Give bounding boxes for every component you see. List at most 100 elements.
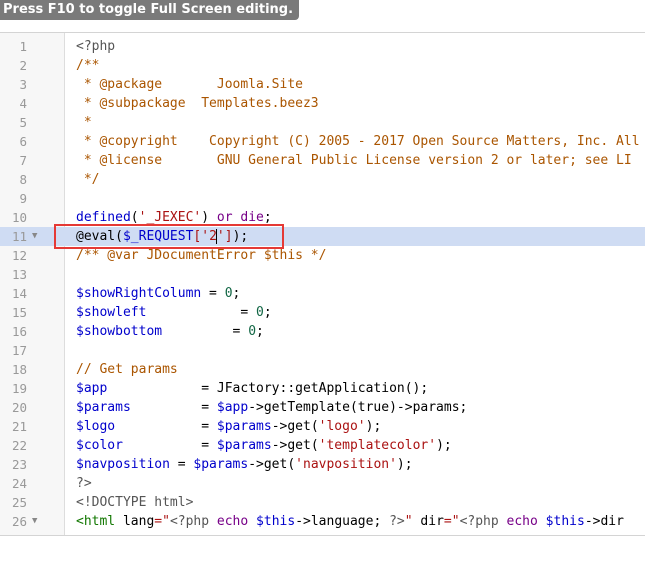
- line-number: 22: [11, 438, 27, 453]
- code-line[interactable]: 5 *: [0, 113, 645, 132]
- line-number: 19: [11, 381, 27, 396]
- code-text[interactable]: * @license GNU General Public License ve…: [76, 151, 632, 170]
- line-number: 15: [11, 305, 27, 320]
- code-text[interactable]: /**: [76, 56, 99, 75]
- code-text[interactable]: $showbottom = 0;: [76, 322, 264, 341]
- code-line[interactable]: 24 ?>: [0, 474, 645, 493]
- code-line[interactable]: 9: [0, 189, 645, 208]
- code-line[interactable]: 18 // Get params: [0, 360, 645, 379]
- code-token: =: [201, 286, 225, 301]
- code-line[interactable]: 19 $app = JFactory::getApplication();: [0, 379, 645, 398]
- code-line[interactable]: 15 $showleft = 0;: [0, 303, 645, 322]
- code-token: // Get params: [76, 362, 178, 377]
- code-text[interactable]: */: [76, 170, 100, 189]
- code-token: $params: [216, 419, 272, 434]
- line-number: 13: [11, 267, 27, 282]
- code-token: $this: [545, 514, 585, 529]
- code-token: echo: [209, 514, 257, 529]
- line-number: 17: [11, 343, 27, 358]
- code-token: ->get(: [271, 438, 319, 453]
- code-token: * @subpackage Templates.beez3: [76, 96, 319, 111]
- code-text[interactable]: $app = JFactory::getApplication();: [76, 379, 428, 398]
- code-token: 0: [248, 324, 257, 339]
- fold-toggle-icon[interactable]: ▼: [32, 512, 37, 531]
- code-token: ): [201, 210, 217, 225]
- code-token: lang: [115, 514, 155, 529]
- code-line[interactable]: 25 <!DOCTYPE html>: [0, 493, 645, 512]
- code-token: =: [162, 324, 249, 339]
- code-token: /** @var JDocumentError $this */: [76, 248, 327, 263]
- code-text[interactable]: // Get params: [76, 360, 178, 379]
- code-line[interactable]: 7 * @license GNU General Public License …: [0, 151, 645, 170]
- code-line[interactable]: 20 $params = $app->getTemplate(true)->par…: [0, 398, 645, 417]
- fullscreen-hint: Press F10 to toggle Full Screen editing.: [0, 0, 300, 20]
- code-line[interactable]: 23 $navposition = $params->get('navpositi…: [0, 455, 645, 474]
- code-text[interactable]: $showleft = 0;: [76, 303, 272, 322]
- code-line[interactable]: 6 * @copyright Copyright (C) 2005 - 2017…: [0, 132, 645, 151]
- code-line[interactable]: 13: [0, 265, 645, 284]
- code-line[interactable]: 22 $color = $params->get('templatecolor')…: [0, 436, 645, 455]
- code-token: ": [404, 514, 421, 529]
- code-token: $logo: [76, 419, 116, 434]
- code-token: $showbottom: [76, 324, 163, 339]
- code-token: =: [146, 305, 257, 320]
- code-line[interactable]: 8 */: [0, 170, 645, 189]
- code-text[interactable]: * @subpackage Templates.beez3: [76, 94, 319, 113]
- code-token: 0: [224, 286, 233, 301]
- code-token: 'logo': [318, 419, 366, 434]
- line-number: 11: [11, 229, 27, 244]
- code-token: <?php: [459, 514, 499, 529]
- code-token: $showleft: [76, 305, 147, 320]
- code-line[interactable]: 2 /**: [0, 56, 645, 75]
- code-lines[interactable]: 1 <?php 2/** 3 * @package Joomla.Site 4 * @s…: [0, 37, 645, 531]
- line-number: 5: [19, 115, 27, 130]
- line-number: 9: [19, 191, 27, 206]
- code-line[interactable]: 3 * @package Joomla.Site: [0, 75, 645, 94]
- code-token: *: [76, 115, 92, 130]
- code-token: $params: [76, 400, 131, 415]
- code-line[interactable]: 21 $logo = $params->get('logo');: [0, 417, 645, 436]
- code-token: ->get(: [248, 457, 296, 472]
- code-text[interactable]: $showRightColumn = 0;: [76, 284, 240, 303]
- code-token: <!DOCTYPE html>: [76, 495, 194, 510]
- code-token: =: [115, 419, 217, 434]
- code-token: );: [365, 419, 382, 434]
- code-text[interactable]: $color = $params->get('templatecolor');: [76, 436, 452, 455]
- code-token: ;: [232, 286, 241, 301]
- code-text[interactable]: ?>: [76, 474, 92, 493]
- code-line[interactable]: 1 <?php: [0, 37, 645, 56]
- line-number: 25: [11, 495, 27, 510]
- code-token: =": [154, 514, 170, 529]
- code-text[interactable]: $params = $app->getTemplate(true)->param…: [76, 398, 467, 417]
- code-token: dir: [420, 514, 444, 529]
- code-editor[interactable]: 1 <?php 2/** 3 * @package Joomla.Site 4 * @s…: [0, 32, 645, 536]
- code-text[interactable]: $navposition = $params->get('navposition…: [76, 455, 413, 474]
- code-token: defined: [76, 210, 131, 225]
- code-token: * @copyright Copyright (C) 2005 - 2017 O…: [76, 134, 640, 149]
- code-text[interactable]: *: [76, 113, 92, 132]
- code-text[interactable]: <!DOCTYPE html>: [76, 493, 193, 512]
- code-text[interactable]: <html lang="<?php echo $this->language; …: [76, 512, 624, 531]
- code-token: ;: [263, 305, 272, 320]
- code-token: '_JEXEC': [138, 210, 202, 225]
- code-token: ?>: [389, 514, 405, 529]
- code-token: ->get(: [271, 419, 319, 434]
- code-token: ->dir: [584, 514, 624, 529]
- code-text[interactable]: * @copyright Copyright (C) 2005 - 2017 O…: [76, 132, 640, 151]
- code-text[interactable]: $logo = $params->get('logo');: [76, 417, 381, 436]
- code-token: );: [436, 438, 452, 453]
- code-token: ->getTemplate(true)->params;: [248, 400, 468, 415]
- code-line[interactable]: 26 ▼ <html lang="<?php echo $this->languag…: [0, 512, 645, 531]
- code-line[interactable]: 17: [0, 341, 645, 360]
- code-text[interactable]: * @package Joomla.Site: [76, 75, 303, 94]
- code-token: ->language;: [295, 514, 390, 529]
- fold-toggle-icon[interactable]: ▼: [32, 227, 37, 246]
- code-line[interactable]: 14 $showRightColumn = 0;: [0, 284, 645, 303]
- code-line[interactable]: 16 $showbottom = 0;: [0, 322, 645, 341]
- code-token: * @package Joomla.Site: [76, 77, 303, 92]
- code-token: ;: [256, 324, 264, 339]
- code-text[interactable]: <?php: [76, 37, 115, 56]
- code-token: /**: [76, 58, 100, 73]
- code-token: =: [169, 457, 194, 472]
- code-line[interactable]: 4 * @subpackage Templates.beez3: [0, 94, 645, 113]
